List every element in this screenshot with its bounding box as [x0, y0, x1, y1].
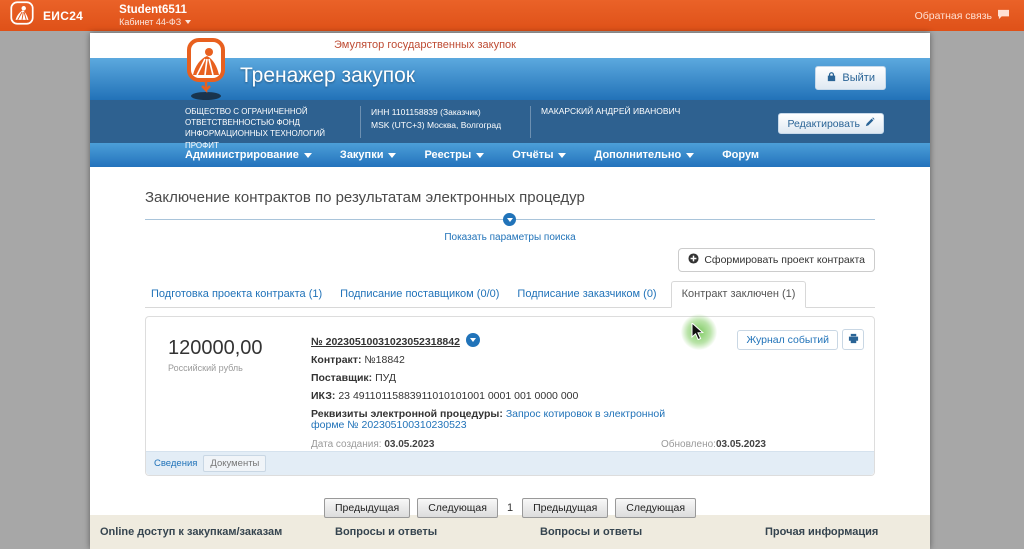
app-title: Тренажер закупок [240, 64, 415, 87]
nav-label: Форум [722, 149, 760, 161]
ikz-value: 23 49110115883911010101001 0001 001 0000… [338, 390, 579, 402]
org-info-band: ОБЩЕСТВО С ОГРАНИЧЕННОЙ ОТВЕТСТВЕННОСТЬЮ… [90, 100, 930, 150]
page-container: Эмулятор государственных закупок Тренаже… [90, 33, 930, 549]
user-fullname: МАКАРСКИЙ АНДРЕЙ ИВАНОВИЧ [530, 106, 790, 138]
card-tab-info[interactable]: Сведения [154, 458, 197, 469]
edit-button[interactable]: Редактировать [778, 113, 884, 134]
created-label: Дата создания: [311, 439, 382, 450]
cabinet-dropdown[interactable]: Кабинет 44-ФЗ [119, 16, 192, 27]
contract-currency: Российский рубль [168, 363, 243, 373]
expand-search-icon[interactable] [503, 213, 516, 226]
nav-label: Закупки [339, 149, 384, 161]
tab-draft-preparation[interactable]: Подготовка проекта контракта (1) [147, 282, 326, 307]
org-details: ИНН 1101158839 (Заказчик) MSK (UTC+3) Мо… [360, 106, 528, 138]
current-page-number: 1 [506, 502, 514, 514]
footer-heading-other-info: Прочая информация [765, 526, 879, 538]
create-contract-label: Сформировать проект контракта [704, 254, 865, 266]
supplier-label: Поставщик: [311, 372, 373, 384]
org-name: ОБЩЕСТВО С ОГРАНИЧЕННОЙ ОТВЕТСТВЕННОСТЬЮ… [185, 107, 325, 150]
nav-item-additional[interactable]: Дополнительно [594, 149, 695, 162]
card-footer-tabs: Сведения Документы [146, 451, 874, 475]
org-timezone: MSK (UTC+3) Москва, Волгоград [371, 119, 502, 130]
contract-details: № 20230510031023052318842 Контракт: №188… [311, 333, 674, 438]
contract-meta: Дата создания: 03.05.2023 Обновлено:03.0… [311, 439, 854, 450]
tab-customer-signing[interactable]: Подписание заказчиком (0) [513, 282, 660, 307]
eis-logo-icon [10, 1, 34, 30]
chevron-down-icon [185, 20, 192, 27]
page-title: Заключение контрактов по результатам эле… [145, 189, 585, 206]
tab-supplier-signing[interactable]: Подписание поставщиком (0/0) [336, 282, 503, 307]
brand-label: ЕИС24 [43, 8, 84, 23]
app-logo-icon [183, 37, 229, 103]
feedback-label: Обратная связь [914, 9, 992, 22]
app-header: Тренажер закупок Выйти [90, 38, 930, 100]
printer-icon [848, 332, 859, 347]
nav-item-reports[interactable]: Отчёты [512, 149, 567, 162]
event-journal-button[interactable]: Журнал событий [737, 329, 838, 350]
contract-amount: 120000,00 [168, 337, 263, 359]
create-contract-button[interactable]: Сформировать проект контракта [678, 248, 875, 272]
contract-card: 120000,00 Российский рубль № 20230510031… [145, 316, 875, 476]
nav-label: Администрирование [185, 149, 299, 161]
chevron-down-icon [476, 152, 485, 162]
print-button[interactable] [842, 329, 864, 350]
prev-page-button-2[interactable]: Предыдущая [522, 498, 609, 518]
pagination: Предыдущая Следующая 1 Предыдущая Следую… [145, 498, 875, 518]
chevron-down-icon [469, 338, 476, 345]
updated-value: 03.05.2023 [715, 439, 766, 450]
nav-label: Отчёты [512, 149, 554, 161]
logout-button[interactable]: Выйти [815, 66, 886, 90]
footer-heading-online-access: Online доступ к закупкам/заказам [100, 526, 283, 538]
eis-home-link[interactable]: ЕИС24 [10, 1, 83, 30]
pencil-icon [865, 117, 875, 130]
next-page-button-2[interactable]: Следующая [615, 498, 697, 518]
search-params-divider [145, 213, 875, 226]
nav-item-registries[interactable]: Реестры [424, 149, 485, 162]
card-tab-documents[interactable]: Документы [203, 455, 267, 472]
topbar: ЕИС24 Student6511 Кабинет 44-ФЗ Обратная… [0, 0, 1024, 31]
contract-number-link[interactable]: № 20230510031023052318842 [311, 336, 460, 348]
contract-label: Контракт: [311, 354, 362, 366]
show-search-params-link[interactable]: Показать параметры поиска [444, 232, 575, 243]
feedback-link[interactable]: Обратная связь [915, 9, 1010, 23]
nav-label: Реестры [424, 149, 472, 161]
org-inn: ИНН 1101158839 (Заказчик) [371, 107, 481, 117]
contract-amount-block: 120000,00 Российский рубль [168, 337, 263, 373]
contract-value: №18842 [364, 354, 405, 366]
nav-item-forum[interactable]: Форум [722, 149, 759, 161]
main-content: Заключение контрактов по результатам эле… [90, 167, 930, 518]
cabinet-label: Кабинет 44-ФЗ [119, 16, 182, 27]
plus-circle-icon [688, 253, 699, 267]
edit-label: Редактировать [787, 117, 860, 130]
footer-heading-qna-2: Вопросы и ответы [540, 526, 643, 538]
footer-heading-qna-1: Вопросы и ответы [335, 526, 438, 538]
chevron-down-icon [388, 152, 397, 162]
contract-dropdown-icon[interactable] [465, 333, 480, 347]
ikz-label: ИКЗ: [311, 390, 336, 402]
chevron-down-icon [686, 152, 695, 162]
contract-stage-tabs: Подготовка проекта контракта (1) Подписа… [145, 281, 875, 308]
updated-label: Обновлено: [661, 439, 716, 450]
next-page-button[interactable]: Следующая [417, 498, 498, 518]
prev-page-button[interactable]: Предыдущая [323, 498, 411, 518]
created-value: 03.05.2023 [384, 439, 435, 450]
chevron-down-icon [558, 152, 567, 162]
chat-bubble-icon [997, 9, 1010, 23]
chevron-down-icon [303, 152, 312, 162]
chevron-down-icon [506, 217, 513, 225]
nav-label: Дополнительно [594, 149, 682, 161]
tab-contract-concluded[interactable]: Контракт заключен (1) [670, 281, 807, 308]
supplier-value: ПУД [375, 372, 396, 384]
lock-icon [826, 71, 837, 85]
logout-label: Выйти [842, 72, 875, 84]
username: Student6511 [119, 3, 187, 16]
user-block: Student6511 Кабинет 44-ФЗ [119, 3, 192, 28]
page-footer: Online доступ к закупкам/заказам Вопросы… [90, 515, 930, 549]
